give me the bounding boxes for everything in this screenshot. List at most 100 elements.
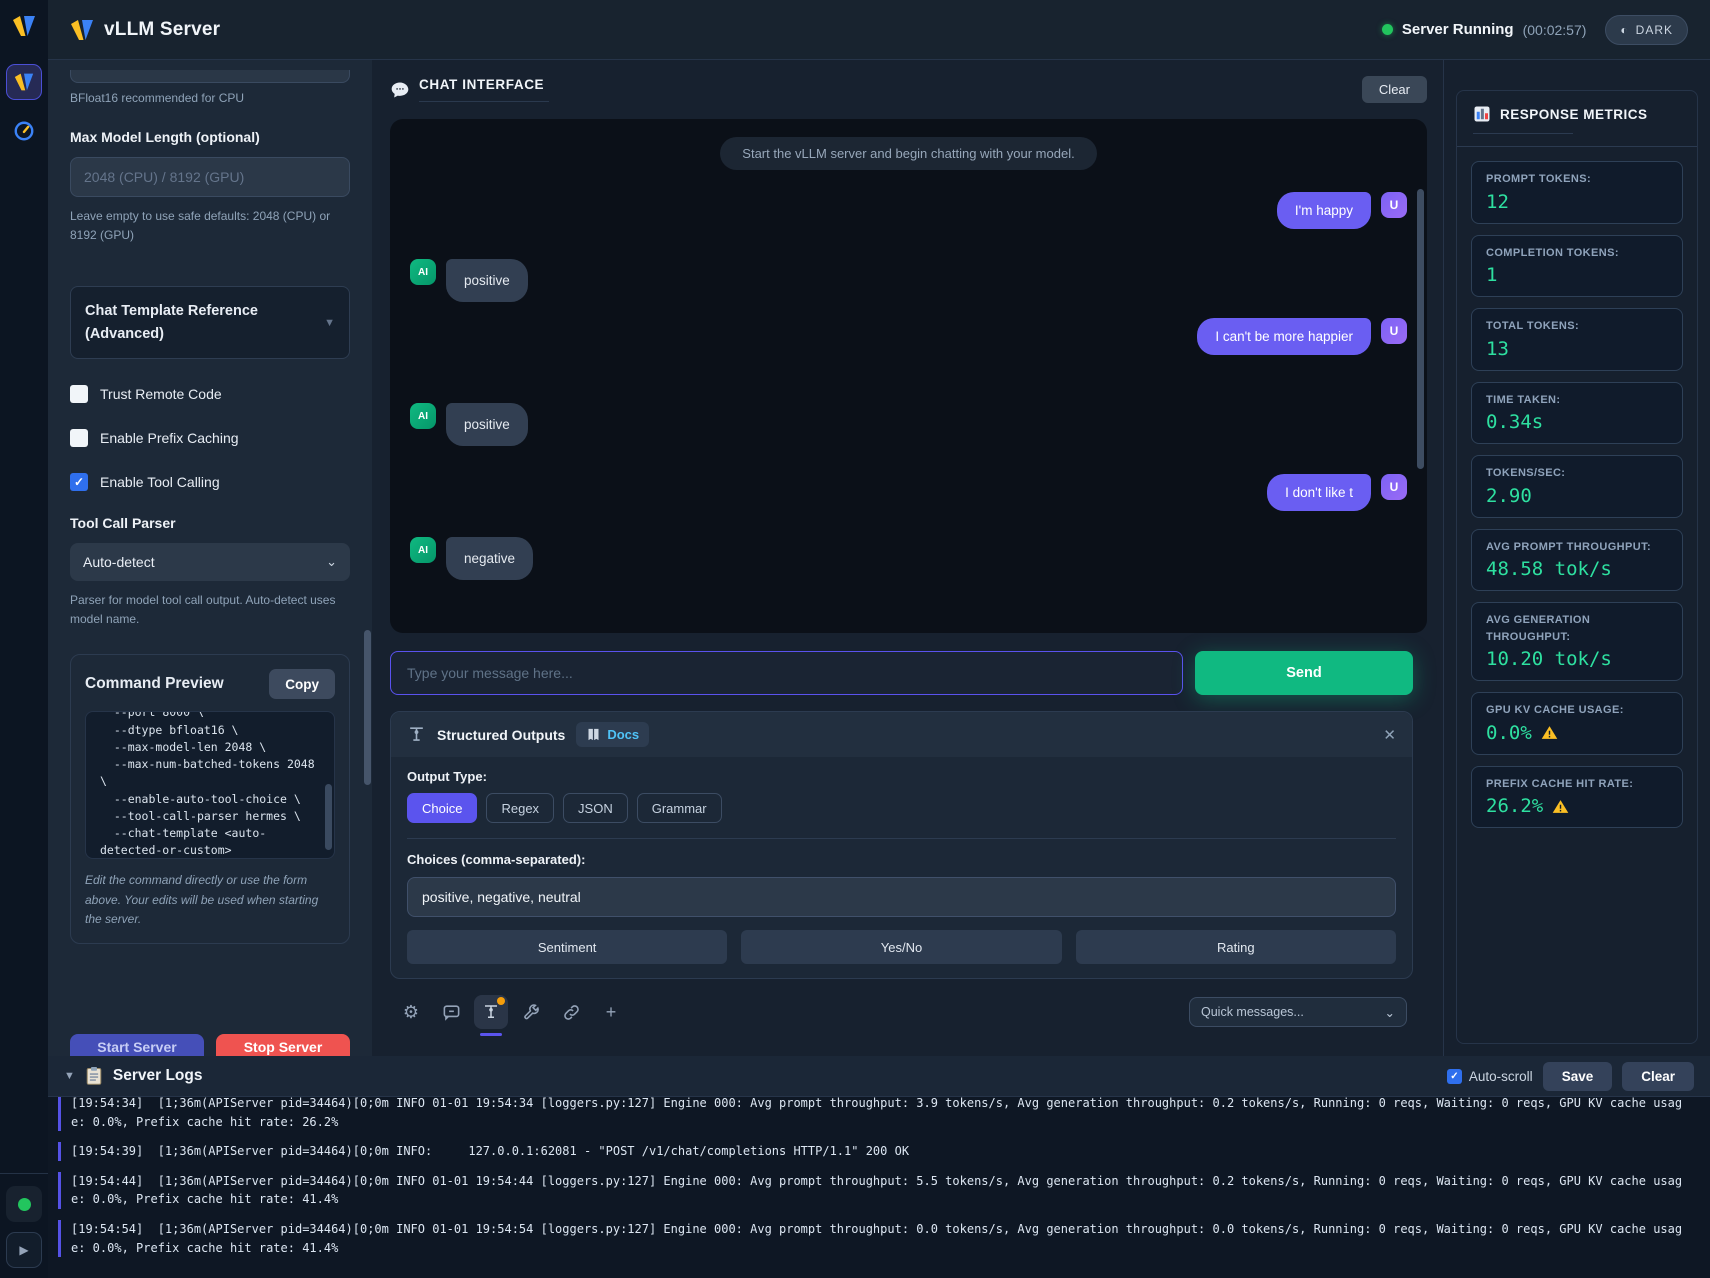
metric-prompt-tokens: PROMPT TOKENS: 12 [1471,161,1683,224]
rail-item-vllm-active[interactable] [6,64,42,100]
choices-input[interactable] [407,877,1396,917]
chat-scrollbar-thumb[interactable] [1417,189,1424,469]
max-model-length-input[interactable] [70,157,350,197]
metric-prefix-cache-hit-rate: PREFIX CACHE HIT RATE: 26.2% [1471,766,1683,829]
chat-interface-title: CHAT INTERFACE [419,77,549,92]
dtype-field-truncated[interactable] [70,70,350,83]
plus-icon[interactable]: + [594,995,628,1029]
user-avatar: U [1381,474,1407,500]
close-icon[interactable]: ✕ [1383,726,1396,744]
chat-message-ai: AI negative [410,537,1407,580]
server-logs-title: Server Logs [113,1067,203,1085]
chat-message-user: I don't like t U [410,474,1407,511]
chat-panel: CHAT INTERFACE Clear Start the vLLM serv… [372,60,1443,1056]
quick-messages-select[interactable]: Quick messages... ⌄ [1189,997,1407,1027]
tool-call-parser-help: Parser for model tool call output. Auto-… [70,591,350,628]
server-logs-output[interactable]: [19:54:34] [1;36m(APIServer pid=34464)[0… [48,1096,1710,1278]
chat-message-ai: AI positive [410,403,1407,446]
chat-message-window[interactable]: Start the vLLM server and begin chatting… [390,119,1427,633]
vllm-logo-icon [12,14,36,38]
chat-message-ai: AI positive [410,259,1407,302]
checkbox-checked-icon[interactable]: ✓ [70,473,88,491]
tool-call-parser-select[interactable]: Auto-detect ⌄ [70,543,350,581]
command-preview-title: Command Preview [85,675,224,693]
checkbox-unchecked-icon[interactable] [70,385,88,403]
copy-command-button[interactable]: Copy [269,669,335,699]
command-scrollbar-thumb[interactable] [325,784,332,850]
chevron-down-icon: ⌄ [1385,1005,1395,1020]
chat-options-icon[interactable] [434,995,468,1029]
log-entry: [19:54:44] [1;36m(APIServer pid=34464)[0… [58,1172,1694,1209]
output-type-choice[interactable]: Choice [407,793,477,823]
bfloat-note: BFloat16 recommended for CPU [70,91,350,105]
send-button[interactable]: Send [1195,651,1413,695]
brand: vLLM Server [70,18,220,42]
warning-icon [1552,798,1569,815]
output-type-regex[interactable]: Regex [486,793,554,823]
max-model-length-label: Max Model Length (optional) [70,129,350,145]
response-metrics-title: RESPONSE METRICS [1500,107,1648,122]
link-icon[interactable] [554,995,588,1029]
chat-message-user: I'm happy U [410,192,1407,229]
chat-message-user: I can't be more happier U [410,318,1407,355]
structured-outputs-title: Structured Outputs [437,727,565,743]
server-logs-panel: ▼ Server Logs ✓ Auto-scroll Save Clear [… [48,1056,1710,1278]
preset-yesno-button[interactable]: Yes/No [741,930,1061,964]
chat-bubble-icon [390,80,410,100]
half-moon-icon: ◐ [1620,23,1628,37]
warning-icon [1541,724,1558,741]
metric-avg-prompt-throughput: AVG PROMPT THROUGHPUT: 48.58 tok/s [1471,529,1683,592]
log-entry: [19:54:39] [1;36m(APIServer pid=34464)[0… [58,1142,1694,1161]
trust-remote-code-checkbox-row[interactable]: Trust Remote Code [70,385,350,403]
settings-gear-icon[interactable]: ⚙ [394,995,428,1029]
checkbox-unchecked-icon[interactable] [70,429,88,447]
structured-output-tool-icon[interactable] [474,995,508,1029]
log-entry: [19:54:34] [1;36m(APIServer pid=34464)[0… [58,1096,1694,1131]
server-status-dot-icon [1382,24,1393,35]
sidebar-scrollbar-thumb[interactable] [364,630,371,785]
log-entry: [19:54:54] [1;36m(APIServer pid=34464)[0… [58,1220,1694,1257]
collapse-triangle-icon[interactable]: ▼ [64,1070,75,1082]
stop-server-button[interactable]: Stop Server [216,1034,350,1056]
metric-total-tokens: TOTAL TOKENS: 13 [1471,308,1683,371]
choices-label: Choices (comma-separated): [407,852,1396,867]
rail-status-tile[interactable] [6,1186,42,1222]
user-avatar: U [1381,192,1407,218]
checkbox-checked-icon[interactable]: ✓ [1447,1069,1462,1084]
chat-message-input[interactable] [390,651,1183,695]
status-green-dot-icon [18,1198,31,1211]
book-icon [586,727,601,742]
metric-time-taken: TIME TAKEN: 0.34s [1471,382,1683,445]
start-server-button[interactable]: Start Server [70,1034,204,1056]
rail-play-button[interactable]: ▶ [6,1232,42,1268]
clipboard-icon [85,1066,103,1086]
output-type-grammar[interactable]: Grammar [637,793,722,823]
wrench-icon[interactable] [514,995,548,1029]
structured-output-icon [407,725,426,744]
preset-sentiment-button[interactable]: Sentiment [407,930,727,964]
enable-prefix-caching-checkbox-row[interactable]: Enable Prefix Caching [70,429,350,447]
server-uptime: (00:02:57) [1523,22,1587,38]
docs-link[interactable]: Docs [576,722,649,747]
theme-toggle-button[interactable]: ◐ DARK [1605,15,1688,45]
preset-rating-button[interactable]: Rating [1076,930,1396,964]
top-bar: vLLM Server Server Running (00:02:57) ◐ … [48,0,1710,60]
output-type-json[interactable]: JSON [563,793,628,823]
config-sidebar: BFloat16 recommended for CPU Max Model L… [48,60,372,1056]
tool-call-parser-label: Tool Call Parser [70,515,350,531]
clear-chat-button[interactable]: Clear [1362,76,1427,103]
clear-logs-button[interactable]: Clear [1622,1062,1694,1091]
command-preview-textarea[interactable]: --port 8000 \ --dtype bfloat16 \ --max-m… [85,711,335,859]
rail-item-gauge[interactable] [13,120,35,142]
icon-rail: ▶ [0,0,48,1278]
bar-chart-icon [1473,105,1491,123]
chat-template-reference-toggle[interactable]: Chat Template Reference (Advanced) ▼ [70,286,350,359]
chat-toolbar: ⚙ + Quick messages... ⌄ [390,995,1427,1029]
enable-tool-calling-checkbox-row[interactable]: ✓ Enable Tool Calling [70,473,350,491]
system-message: Start the vLLM server and begin chatting… [720,137,1096,170]
chevron-down-icon: ▼ [324,317,335,329]
metric-gpu-kv-cache-usage: GPU KV CACHE USAGE: 0.0% [1471,692,1683,755]
structured-outputs-panel: Structured Outputs Docs ✕ Output Type: C… [390,711,1413,979]
auto-scroll-checkbox-row[interactable]: ✓ Auto-scroll [1447,1069,1533,1084]
save-logs-button[interactable]: Save [1543,1062,1613,1091]
